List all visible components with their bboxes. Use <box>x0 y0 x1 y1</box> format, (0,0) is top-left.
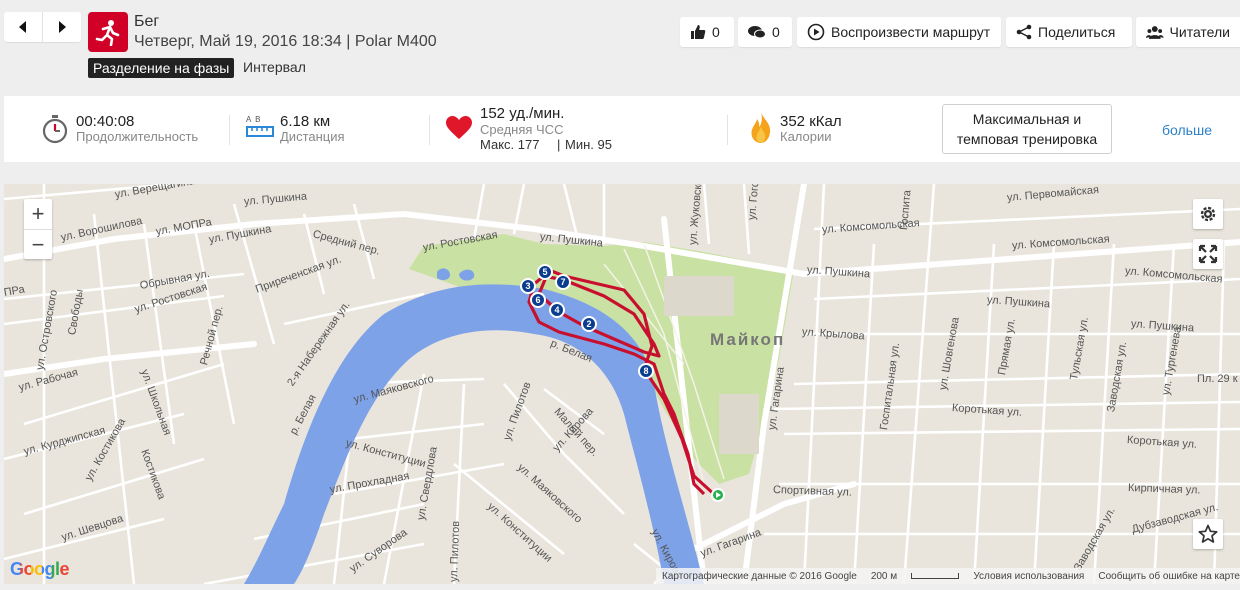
google-logo-text: Google <box>10 559 70 579</box>
hr-max: Макс. 177 <box>480 137 540 152</box>
replay-route-button[interactable]: Воспроизвести маршрут <box>797 17 1001 47</box>
stopwatch-icon <box>42 115 68 144</box>
sport-title: Бег <box>134 13 160 30</box>
training-benefit-button[interactable]: Максимальная и темповая тренировка <box>942 104 1112 154</box>
scale-label: 200 м <box>870 570 898 582</box>
distance-icon: A B <box>246 115 274 141</box>
zoom-control: + − <box>24 199 52 259</box>
map-footer: Картографические данные © 2016 Google 20… <box>656 568 1240 584</box>
like-count: 0 <box>712 24 720 40</box>
scale-bar <box>911 573 960 579</box>
comment-count: 0 <box>772 24 780 40</box>
thumbs-up-icon <box>691 25 706 39</box>
route-map[interactable]: ул. Верещагина ул. Ворошилова ул. МОПРа … <box>4 184 1240 584</box>
km-marker[interactable]: 6 <box>530 292 546 308</box>
gear-icon <box>1200 206 1216 222</box>
session-meta: Четверг, Май 19, 2016 18:34 | Polar M400 <box>134 33 437 50</box>
comments-icon <box>748 26 766 39</box>
followers-label: Читатели <box>1169 24 1230 40</box>
km-marker[interactable]: 7 <box>555 274 571 290</box>
distance-value: 6.18 км <box>280 113 331 130</box>
phase-type: Интервал <box>243 59 306 75</box>
favorite-button[interactable] <box>1193 519 1223 549</box>
zoom-in-button[interactable]: + <box>24 199 52 229</box>
duration-label: Продолжительность <box>76 129 199 144</box>
hr-label: Средняя ЧСС <box>480 122 564 137</box>
fullscreen-icon <box>1198 244 1218 264</box>
hr-value: 152 уд./мин. <box>480 105 565 122</box>
next-button[interactable] <box>42 12 81 42</box>
street-label: Кирпичная ул. <box>1127 482 1201 497</box>
distance-icon-letters: A B <box>246 115 262 124</box>
street-label: Пл. 29 к <box>1197 373 1238 385</box>
play-circle-icon <box>807 23 825 41</box>
followers-button[interactable]: Читатели <box>1136 17 1240 47</box>
duration-value: 00:40:08 <box>76 113 135 130</box>
share-button[interactable]: Поделиться <box>1006 17 1132 47</box>
calories-label: Калории <box>780 129 832 144</box>
map-data-credit: Картографические данные © 2016 Google <box>662 570 857 582</box>
distance-label: Дистанция <box>280 129 345 144</box>
chevron-left-icon <box>19 21 26 33</box>
km-marker[interactable]: 4 <box>549 302 565 318</box>
stats-bar: 00:40:08 Продолжительность A B 6.18 км Д… <box>4 96 1240 162</box>
like-button[interactable]: 0 <box>680 17 734 47</box>
divider <box>429 115 430 145</box>
running-icon <box>88 12 128 52</box>
google-logo: Google <box>10 559 70 580</box>
terms-link[interactable]: Условия использования <box>973 571 1084 582</box>
nav-arrows <box>4 12 81 42</box>
share-label: Поделиться <box>1038 24 1116 40</box>
star-icon <box>1198 524 1218 543</box>
report-error-link[interactable]: Сообщить об ошибке на карте <box>1098 571 1240 582</box>
zoom-out-button[interactable]: − <box>24 229 52 259</box>
followers-icon <box>1146 26 1164 39</box>
phase-badge: Разделение на фазы <box>88 58 235 78</box>
chevron-right-icon <box>59 21 66 33</box>
settings-button[interactable] <box>1193 199 1223 229</box>
heart-icon <box>446 116 472 139</box>
hr-min: Мин. 95 <box>565 137 612 152</box>
street-label: ул. Пилотов <box>448 520 463 583</box>
km-marker[interactable]: 5 <box>537 264 553 280</box>
prev-button[interactable] <box>4 12 42 42</box>
fullscreen-button[interactable] <box>1193 239 1223 269</box>
hr-sep: | <box>557 137 561 152</box>
km-marker[interactable]: 8 <box>638 363 654 379</box>
km-marker[interactable]: 2 <box>581 316 597 332</box>
km-marker[interactable]: 3 <box>520 278 536 294</box>
more-link[interactable]: больше <box>1162 122 1212 138</box>
flame-icon <box>751 112 771 143</box>
comments-button[interactable]: 0 <box>738 17 792 47</box>
replay-label: Воспроизвести маршрут <box>831 24 991 40</box>
calories-value: 352 кКал <box>780 113 842 130</box>
share-icon <box>1016 24 1032 40</box>
divider <box>229 115 230 145</box>
city-label: Майкоп <box>710 330 786 349</box>
divider <box>727 115 728 145</box>
